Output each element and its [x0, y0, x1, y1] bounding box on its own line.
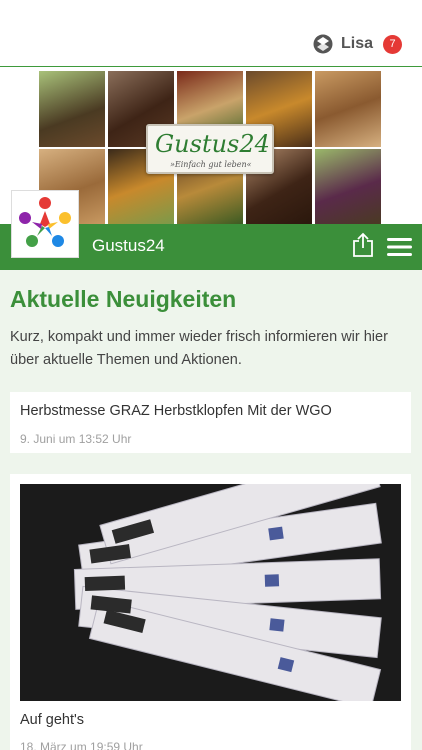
news-card[interactable]: Auf geht's 18. März um 19:59 Uhr [10, 474, 411, 750]
user-name[interactable]: Lisa [341, 35, 373, 53]
banner-tile-cookies [315, 71, 381, 147]
share-icon[interactable] [352, 232, 374, 258]
news-date: 9. Juni um 13:52 Uhr [20, 432, 132, 446]
section-title: Aktuelle Neuigkeiten [10, 286, 237, 312]
people-circle-logo-icon [19, 197, 71, 247]
brand-card: Gustus24 »Einfach gut leben« [146, 124, 274, 174]
hamburger-menu-icon[interactable] [387, 237, 412, 257]
banner-tile-grapes [39, 71, 105, 147]
banner-tile-grapes-2 [315, 149, 381, 224]
news-image-tickets[interactable] [20, 484, 401, 701]
brand-logo-icon [313, 34, 333, 54]
brand-name: Gustus24 [155, 130, 270, 158]
top-bar: Lisa 7 [0, 0, 422, 66]
news-date: 18. März um 19:59 Uhr [20, 740, 143, 750]
app-logo [11, 190, 79, 258]
intro-text: Kurz, kompakt und immer wieder frisch in… [10, 329, 388, 368]
news-title[interactable]: Herbstmesse GRAZ Herbstklopfen Mit der W… [20, 403, 332, 419]
news-card[interactable]: Herbstmesse GRAZ Herbstklopfen Mit der W… [10, 392, 411, 453]
user-account[interactable]: Lisa 7 [313, 33, 402, 55]
news-title[interactable]: Auf geht's [20, 712, 84, 728]
brand-tagline: »Einfach gut leben« [170, 160, 252, 169]
nav-title: Gustus24 [92, 236, 165, 255]
notification-badge[interactable]: 7 [383, 34, 402, 54]
